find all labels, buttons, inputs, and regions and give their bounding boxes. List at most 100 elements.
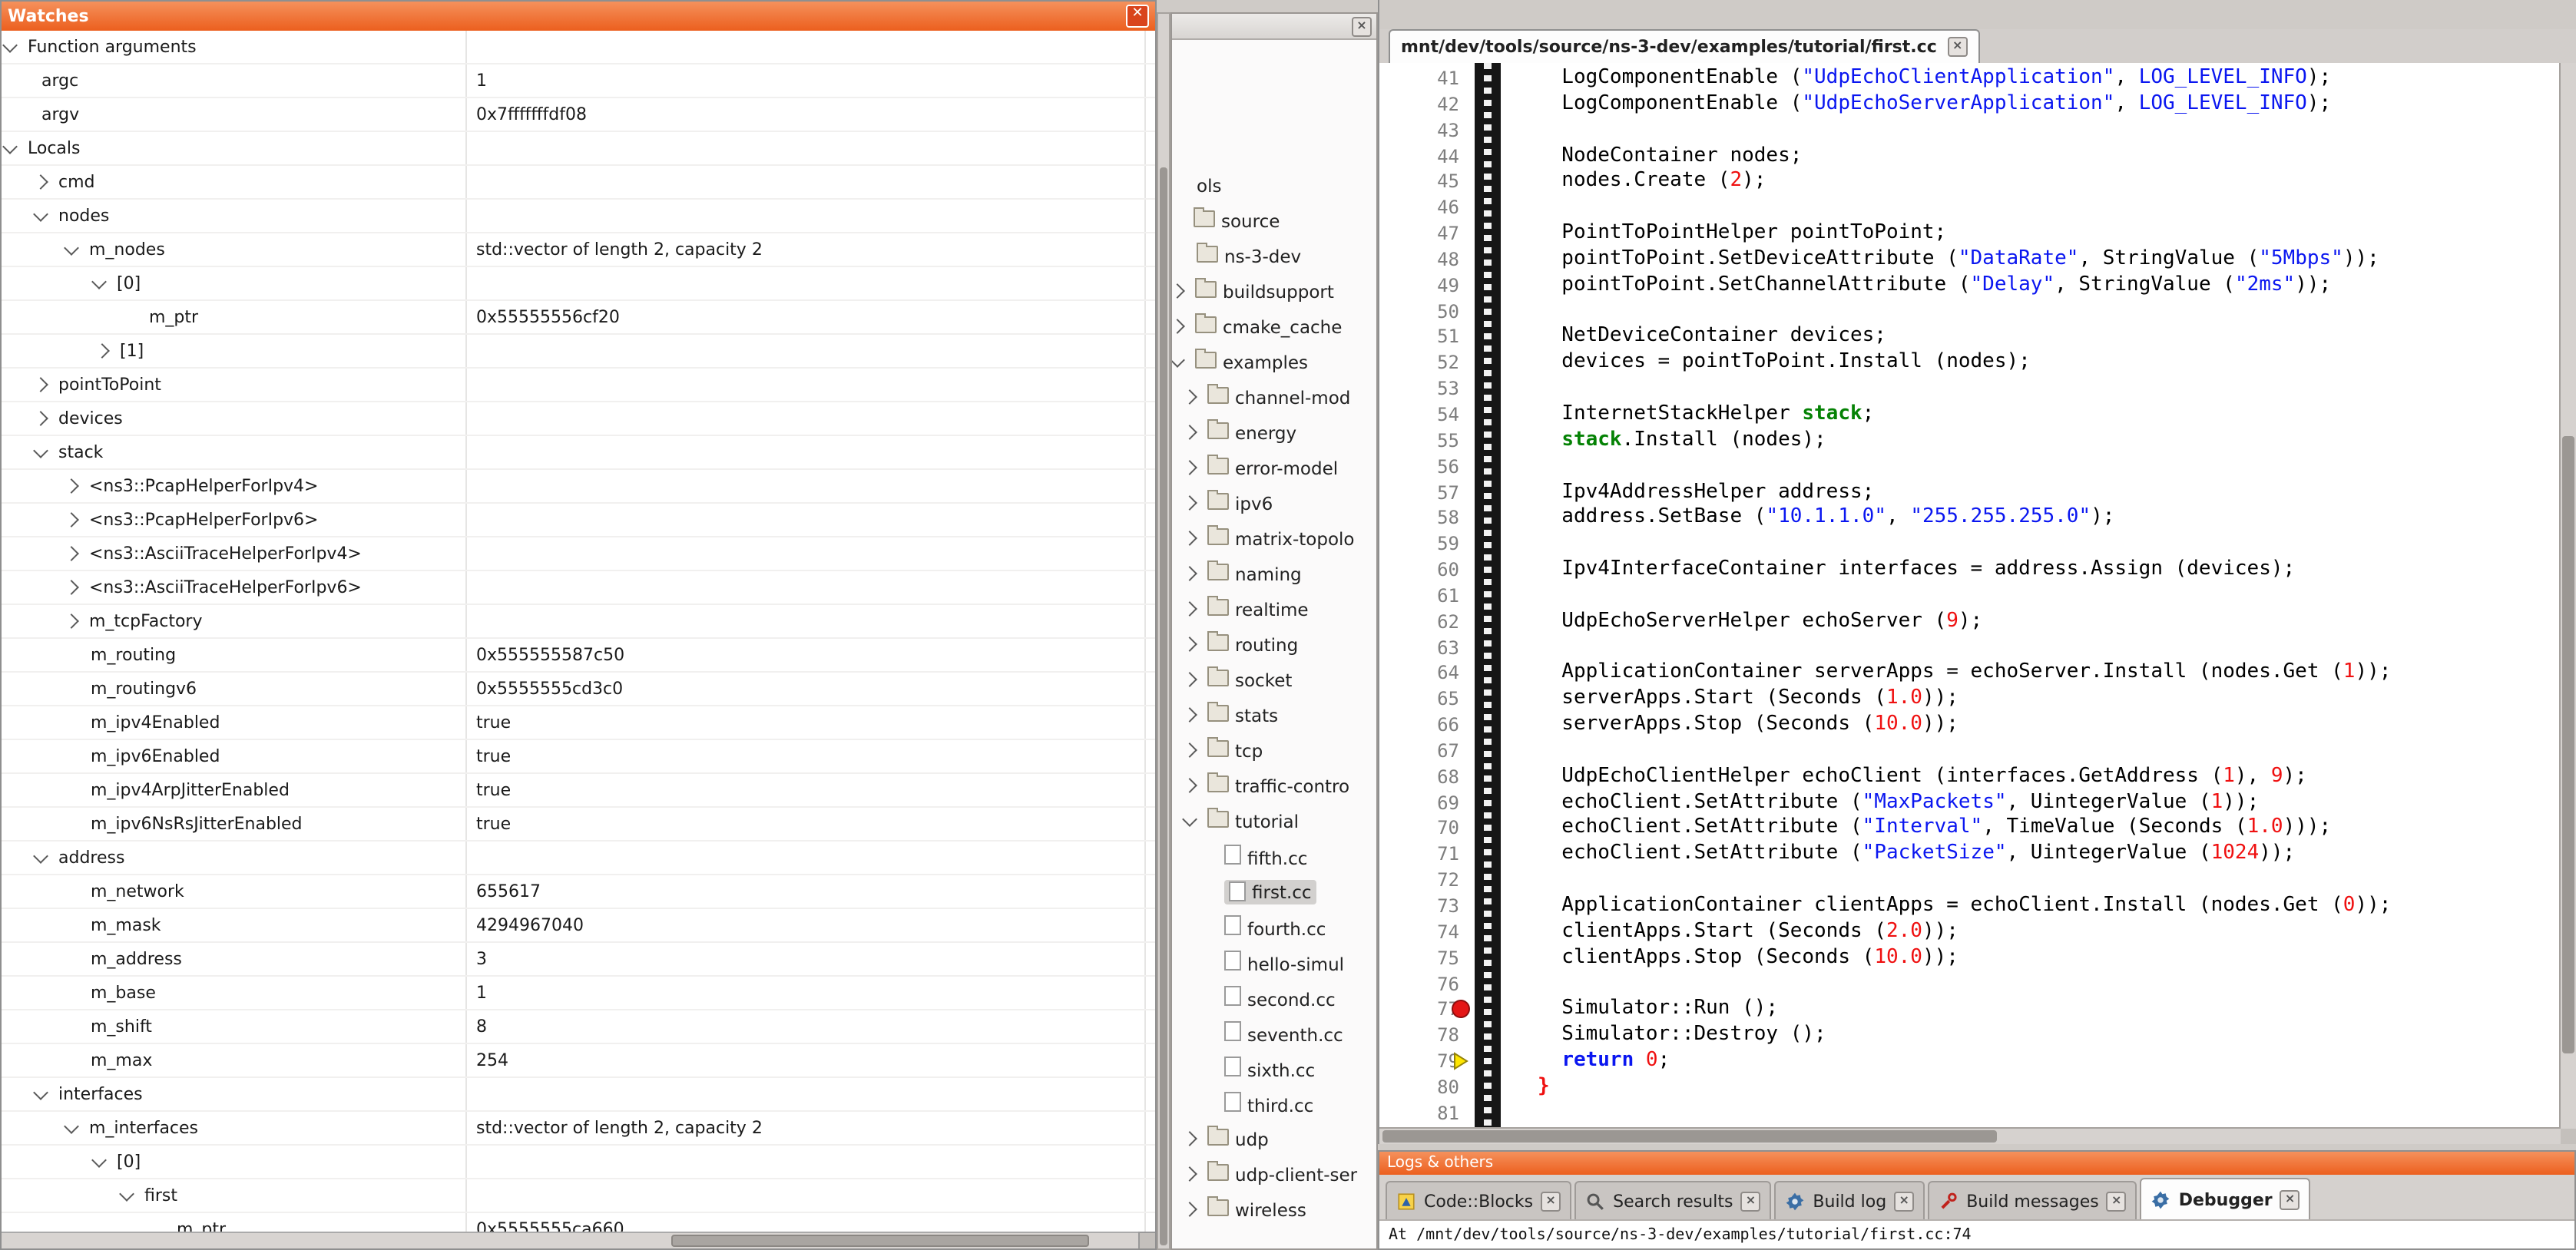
tab-code-blocks[interactable]: Code::Blocks×: [1386, 1181, 1571, 1219]
line-number[interactable]: 64: [1379, 661, 1465, 687]
line-number[interactable]: 66: [1379, 713, 1465, 739]
watch-row[interactable]: m_ipv6NsRsJitterEnabledtrue: [2, 808, 1155, 842]
tree-item-matrix-topolo[interactable]: matrix-topolo: [1172, 521, 1376, 556]
chevron-right-icon[interactable]: [1182, 1166, 1197, 1182]
chevron-right-icon[interactable]: [1182, 389, 1197, 405]
tab-search-results[interactable]: Search results×: [1574, 1181, 1771, 1219]
chevron-right-icon[interactable]: [1172, 283, 1185, 299]
watch-row[interactable]: m_ipv6Enabledtrue: [2, 740, 1155, 774]
tree-item-socket[interactable]: socket: [1172, 662, 1376, 697]
watch-row[interactable]: <ns3::AsciiTraceHelperForIpv4>: [2, 537, 1155, 571]
line-number[interactable]: 59: [1379, 531, 1465, 557]
line-number[interactable]: 44: [1379, 144, 1465, 170]
chevron-right-icon[interactable]: [1182, 1202, 1197, 1217]
chevron-down-icon[interactable]: [2, 138, 18, 154]
tree-item-examples[interactable]: examples: [1172, 344, 1376, 379]
watch-row[interactable]: devices: [2, 402, 1155, 436]
project-tree-titlebar[interactable]: ×: [1172, 14, 1376, 40]
tree-item-traffic-contro[interactable]: traffic-contro: [1172, 768, 1376, 803]
chevron-right-icon[interactable]: [1182, 1131, 1197, 1146]
tab-build-messages[interactable]: Build messages×: [1928, 1181, 2137, 1219]
tree-item-hello-simul[interactable]: hello-simul: [1172, 944, 1376, 980]
line-number[interactable]: 81: [1379, 1101, 1465, 1127]
line-number[interactable]: 67: [1379, 739, 1465, 765]
line-number[interactable]: 60: [1379, 557, 1465, 584]
watch-row[interactable]: m_mask4294967040: [2, 909, 1155, 943]
close-icon[interactable]: ×: [2280, 1189, 2300, 1209]
tree-item-third-cc[interactable]: third.cc: [1172, 1086, 1376, 1121]
chevron-down-icon[interactable]: [91, 1152, 107, 1167]
line-number[interactable]: 65: [1379, 687, 1465, 713]
line-number[interactable]: 47: [1379, 221, 1465, 247]
line-number[interactable]: 69: [1379, 790, 1465, 816]
watch-row[interactable]: argc1: [2, 64, 1155, 98]
watch-row[interactable]: nodes: [2, 200, 1155, 233]
close-icon[interactable]: ×: [1541, 1191, 1561, 1211]
watch-row[interactable]: m_network655617: [2, 875, 1155, 909]
watch-row[interactable]: first: [2, 1179, 1155, 1213]
watch-row[interactable]: m_ipv4Enabledtrue: [2, 706, 1155, 740]
watch-row[interactable]: address: [2, 842, 1155, 875]
chevron-right-icon[interactable]: [1182, 778, 1197, 793]
line-number[interactable]: 42: [1379, 92, 1465, 118]
tree-item-realtime[interactable]: realtime: [1172, 591, 1376, 627]
line-number[interactable]: 50: [1379, 299, 1465, 325]
scrollbar-thumb[interactable]: [1160, 167, 1167, 1245]
watch-row[interactable]: m_ipv4ArpJitterEnabledtrue: [2, 774, 1155, 808]
line-number[interactable]: 63: [1379, 635, 1465, 661]
chevron-right-icon[interactable]: [94, 343, 110, 359]
line-number[interactable]: 78: [1379, 1023, 1465, 1049]
watches-horizontal-scrollbar[interactable]: [2, 1232, 1155, 1248]
chevron-down-icon[interactable]: [33, 206, 48, 221]
line-number[interactable]: 48: [1379, 247, 1465, 273]
watch-row[interactable]: m_base1: [2, 977, 1155, 1010]
scrollbar-thumb[interactable]: [2562, 436, 2574, 1054]
chevron-down-icon[interactable]: [2, 37, 18, 52]
chevron-down-icon[interactable]: [64, 240, 79, 255]
line-number[interactable]: 53: [1379, 376, 1465, 402]
tree-item-stats[interactable]: stats: [1172, 697, 1376, 732]
chevron-right-icon[interactable]: [33, 377, 48, 392]
watch-row[interactable]: m_routing0x555555587c50: [2, 639, 1155, 673]
watch-row[interactable]: m_interfacesstd::vector of length 2, cap…: [2, 1112, 1155, 1146]
tree-item-wireless[interactable]: wireless: [1172, 1192, 1376, 1227]
line-number[interactable]: 51: [1379, 325, 1465, 351]
line-number[interactable]: 41: [1379, 66, 1465, 92]
chevron-down-icon[interactable]: [1182, 811, 1197, 826]
chevron-down-icon[interactable]: [1172, 352, 1185, 367]
tree-item-routing[interactable]: routing: [1172, 627, 1376, 662]
tree-item-tcp[interactable]: tcp: [1172, 732, 1376, 768]
chevron-right-icon[interactable]: [64, 478, 79, 494]
chevron-right-icon[interactable]: [64, 512, 79, 527]
tree-item-seventh-cc[interactable]: seventh.cc: [1172, 1015, 1376, 1050]
line-number[interactable]: 73: [1379, 894, 1465, 920]
close-icon[interactable]: ×: [1948, 37, 1968, 57]
line-number[interactable]: 57: [1379, 480, 1465, 506]
chevron-right-icon[interactable]: [1182, 601, 1197, 617]
line-number[interactable]: 61: [1379, 584, 1465, 610]
watch-row[interactable]: <ns3::PcapHelperForIpv6>: [2, 504, 1155, 537]
close-icon[interactable]: ×: [2107, 1191, 2127, 1211]
watch-row[interactable]: argv0x7fffffffdf08: [2, 98, 1155, 132]
watch-row[interactable]: <ns3::PcapHelperForIpv4>: [2, 470, 1155, 504]
scrollbar-thumb[interactable]: [1382, 1130, 1997, 1143]
tree-item-fifth-cc[interactable]: fifth.cc: [1172, 838, 1376, 874]
chevron-right-icon[interactable]: [1182, 425, 1197, 440]
tree-item-fourth-cc[interactable]: fourth.cc: [1172, 909, 1376, 944]
line-number[interactable]: 72: [1379, 868, 1465, 894]
line-number[interactable]: 55: [1379, 428, 1465, 455]
line-number[interactable]: 80: [1379, 1075, 1465, 1101]
watch-row[interactable]: m_address3: [2, 943, 1155, 977]
line-number[interactable]: 49: [1379, 273, 1465, 299]
chevron-down-icon[interactable]: [33, 1084, 48, 1100]
close-icon[interactable]: ×: [1894, 1191, 1914, 1211]
tree-item-naming[interactable]: naming: [1172, 556, 1376, 591]
tree-item-second-cc[interactable]: second.cc: [1172, 980, 1376, 1015]
close-icon[interactable]: ✕: [1126, 5, 1149, 28]
tree-item-channel-mod[interactable]: channel-mod: [1172, 379, 1376, 415]
watch-row[interactable]: stack: [2, 436, 1155, 470]
watch-row[interactable]: m_max254: [2, 1044, 1155, 1078]
chevron-down-icon[interactable]: [91, 273, 107, 289]
close-icon[interactable]: ×: [1740, 1191, 1760, 1211]
chevron-down-icon[interactable]: [33, 848, 48, 863]
